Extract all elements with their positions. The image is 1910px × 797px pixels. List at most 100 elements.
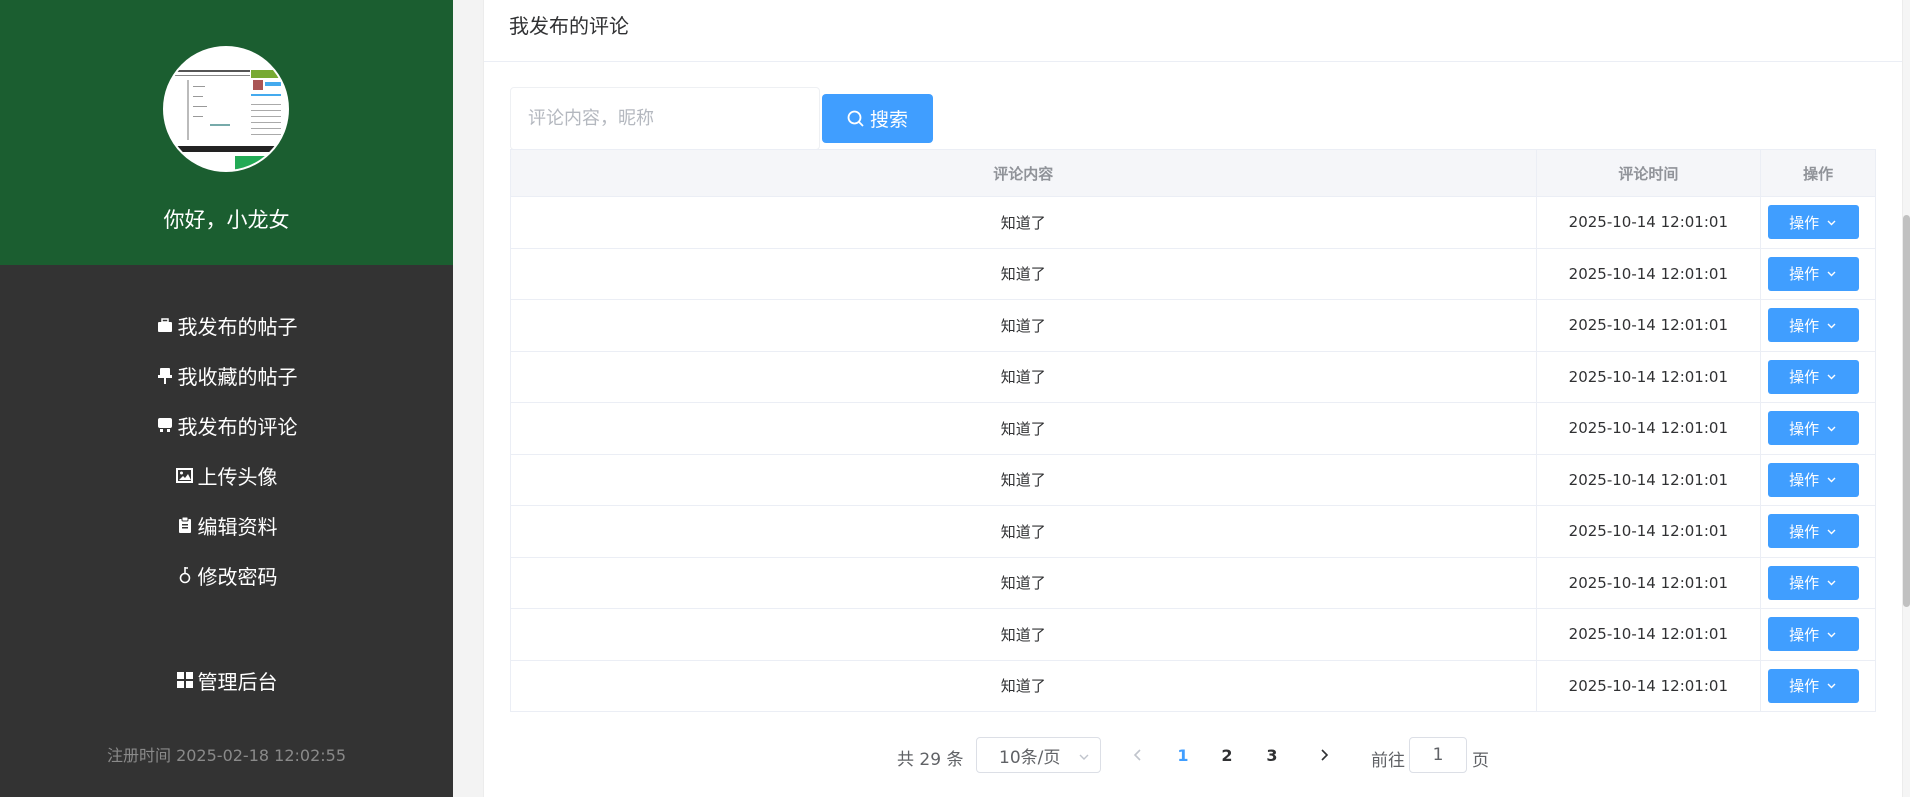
- table-row: 知道了 2025-10-14 12:01:01 操作: [511, 248, 1875, 300]
- column-header-action[interactable]: 操作: [1761, 150, 1875, 196]
- comment-time-cell: 2025-10-14 12:01:01: [1537, 557, 1762, 608]
- page-title: 我发布的评论: [509, 14, 629, 38]
- comment-time-cell: 2025-10-14 12:01:01: [1537, 506, 1762, 557]
- action-dropdown-button[interactable]: 操作: [1767, 359, 1859, 394]
- column-header-content[interactable]: 评论内容: [511, 150, 1537, 196]
- sidebar-item-admin[interactable]: 管理后台: [0, 655, 453, 705]
- search-input[interactable]: [510, 87, 810, 150]
- action-dropdown-button[interactable]: 操作: [1767, 411, 1859, 446]
- page-size-value: 10条/页: [999, 747, 1061, 768]
- sidebar-item-label: 编辑资料: [197, 514, 278, 539]
- comment-time-cell: 2025-10-14 12:01:01: [1537, 403, 1762, 454]
- action-dropdown-button[interactable]: 操作: [1767, 256, 1859, 291]
- table-row: 知道了 2025-10-14 12:01:01 操作: [511, 609, 1875, 661]
- key-icon: [176, 566, 194, 584]
- sidebar-item-my-comments[interactable]: 我发布的评论: [0, 400, 453, 450]
- profile-header: 你好，小龙女: [0, 0, 453, 265]
- chevron-down-icon: [1826, 268, 1837, 279]
- chevron-down-icon: [1826, 526, 1837, 537]
- sidebar-item-my-posts[interactable]: 我发布的帖子: [0, 300, 453, 350]
- comment-time-cell: 2025-10-14 12:01:01: [1537, 300, 1762, 351]
- divider: [484, 61, 1902, 62]
- page-number-1[interactable]: 1: [1168, 743, 1198, 767]
- action-cell: 操作: [1761, 609, 1875, 660]
- scrollbar-thumb[interactable]: [1903, 215, 1910, 607]
- briefcase-icon: [156, 316, 174, 334]
- register-time: 注册时间 2025-02-18 12:02:55: [106, 746, 347, 765]
- action-button-label: 操作: [1789, 316, 1820, 335]
- action-button-label: 操作: [1789, 677, 1820, 696]
- search-button-label: 搜索: [869, 109, 908, 131]
- action-dropdown-button[interactable]: 操作: [1767, 617, 1859, 652]
- action-dropdown-button[interactable]: 操作: [1767, 462, 1859, 497]
- action-cell: 操作: [1761, 197, 1875, 248]
- action-button-label: 操作: [1789, 471, 1820, 490]
- clipboard-icon: [176, 516, 194, 534]
- action-cell: 操作: [1761, 403, 1875, 454]
- pin-icon: [156, 366, 174, 384]
- goto-label: 前往: [1371, 751, 1405, 771]
- action-cell: 操作: [1761, 352, 1875, 403]
- sidebar-item-edit-profile[interactable]: 编辑资料: [0, 500, 453, 550]
- comment-content-cell: 知道了: [511, 403, 1537, 454]
- chevron-down-icon: [1826, 577, 1837, 588]
- search-button[interactable]: 搜索: [822, 94, 933, 143]
- column-header-time[interactable]: 评论时间: [1537, 150, 1762, 196]
- action-dropdown-button[interactable]: 操作: [1767, 565, 1859, 600]
- comment-icon: [156, 416, 174, 434]
- page-size-select[interactable]: 10条/页: [976, 737, 1101, 773]
- comment-time-cell: 2025-10-14 12:01:01: [1537, 351, 1762, 402]
- table-row: 知道了 2025-10-14 12:01:01 操作: [511, 403, 1875, 455]
- greeting-text: 你好，小龙女: [163, 208, 290, 232]
- goto-page-input[interactable]: [1409, 737, 1467, 773]
- comment-content-cell: 知道了: [511, 197, 1537, 248]
- sidebar-item-label: 我发布的评论: [177, 414, 298, 439]
- sidebar-item-label: 我发布的帖子: [177, 314, 298, 339]
- action-cell: 操作: [1761, 661, 1875, 712]
- action-button-label: 操作: [1789, 625, 1820, 644]
- next-page-button[interactable]: [1312, 743, 1336, 767]
- sidebar-item-favorite-posts[interactable]: 我收藏的帖子: [0, 350, 453, 400]
- prev-page-button[interactable]: [1126, 743, 1150, 767]
- sidebar-item-label: 上传头像: [197, 464, 278, 489]
- comment-content-cell: 知道了: [511, 609, 1537, 660]
- chevron-left-icon: [1133, 749, 1141, 761]
- sidebar-item-upload-avatar[interactable]: 上传头像: [0, 450, 453, 500]
- chevron-right-icon: [1321, 749, 1329, 761]
- page-number-2[interactable]: 2: [1212, 743, 1242, 767]
- comment-content-cell: 知道了: [511, 454, 1537, 505]
- action-button-label: 操作: [1789, 213, 1820, 232]
- chevron-down-icon: [1826, 474, 1837, 485]
- comment-content-cell: 知道了: [511, 506, 1537, 557]
- chevron-down-icon: [1826, 320, 1837, 331]
- page-number-3[interactable]: 3: [1257, 743, 1287, 767]
- sidebar-item-change-password[interactable]: 修改密码: [0, 550, 453, 600]
- action-cell: 操作: [1761, 455, 1875, 506]
- table-row: 知道了 2025-10-14 12:01:01 操作: [511, 300, 1875, 352]
- comment-content-cell: 知道了: [511, 248, 1537, 299]
- table-row: 知道了 2025-10-14 12:01:01 操作: [511, 557, 1875, 609]
- image-icon: [176, 466, 194, 484]
- action-dropdown-button[interactable]: 操作: [1767, 308, 1859, 343]
- action-dropdown-button[interactable]: 操作: [1767, 668, 1859, 703]
- comment-time-cell: 2025-10-14 12:01:01: [1537, 197, 1762, 248]
- comment-time-cell: 2025-10-14 12:01:01: [1537, 660, 1762, 711]
- action-cell: 操作: [1761, 506, 1875, 557]
- comment-time-cell: 2025-10-14 12:01:01: [1537, 248, 1762, 299]
- sidebar-item-label: 修改密码: [197, 564, 278, 589]
- pagination-total: 共 29 条: [897, 750, 964, 770]
- avatar: [163, 46, 289, 172]
- action-dropdown-button[interactable]: 操作: [1767, 514, 1859, 549]
- comment-content-cell: 知道了: [511, 351, 1537, 402]
- search-icon: [847, 110, 864, 127]
- comment-content-cell: 知道了: [511, 557, 1537, 608]
- action-button-label: 操作: [1789, 574, 1820, 593]
- action-button-label: 操作: [1789, 419, 1820, 438]
- pagination: 共 29 条 10条/页 1 2 3 前往 页: [484, 737, 1902, 773]
- main-panel: 我发布的评论 搜索 评论内容 评论时间 操作 知道了2025-10-14 12:…: [483, 0, 1903, 797]
- chevron-down-icon: [1826, 629, 1837, 640]
- action-cell: 操作: [1761, 558, 1875, 609]
- chevron-down-icon: [1826, 217, 1837, 228]
- action-dropdown-button[interactable]: 操作: [1767, 205, 1859, 240]
- action-cell: 操作: [1761, 300, 1875, 351]
